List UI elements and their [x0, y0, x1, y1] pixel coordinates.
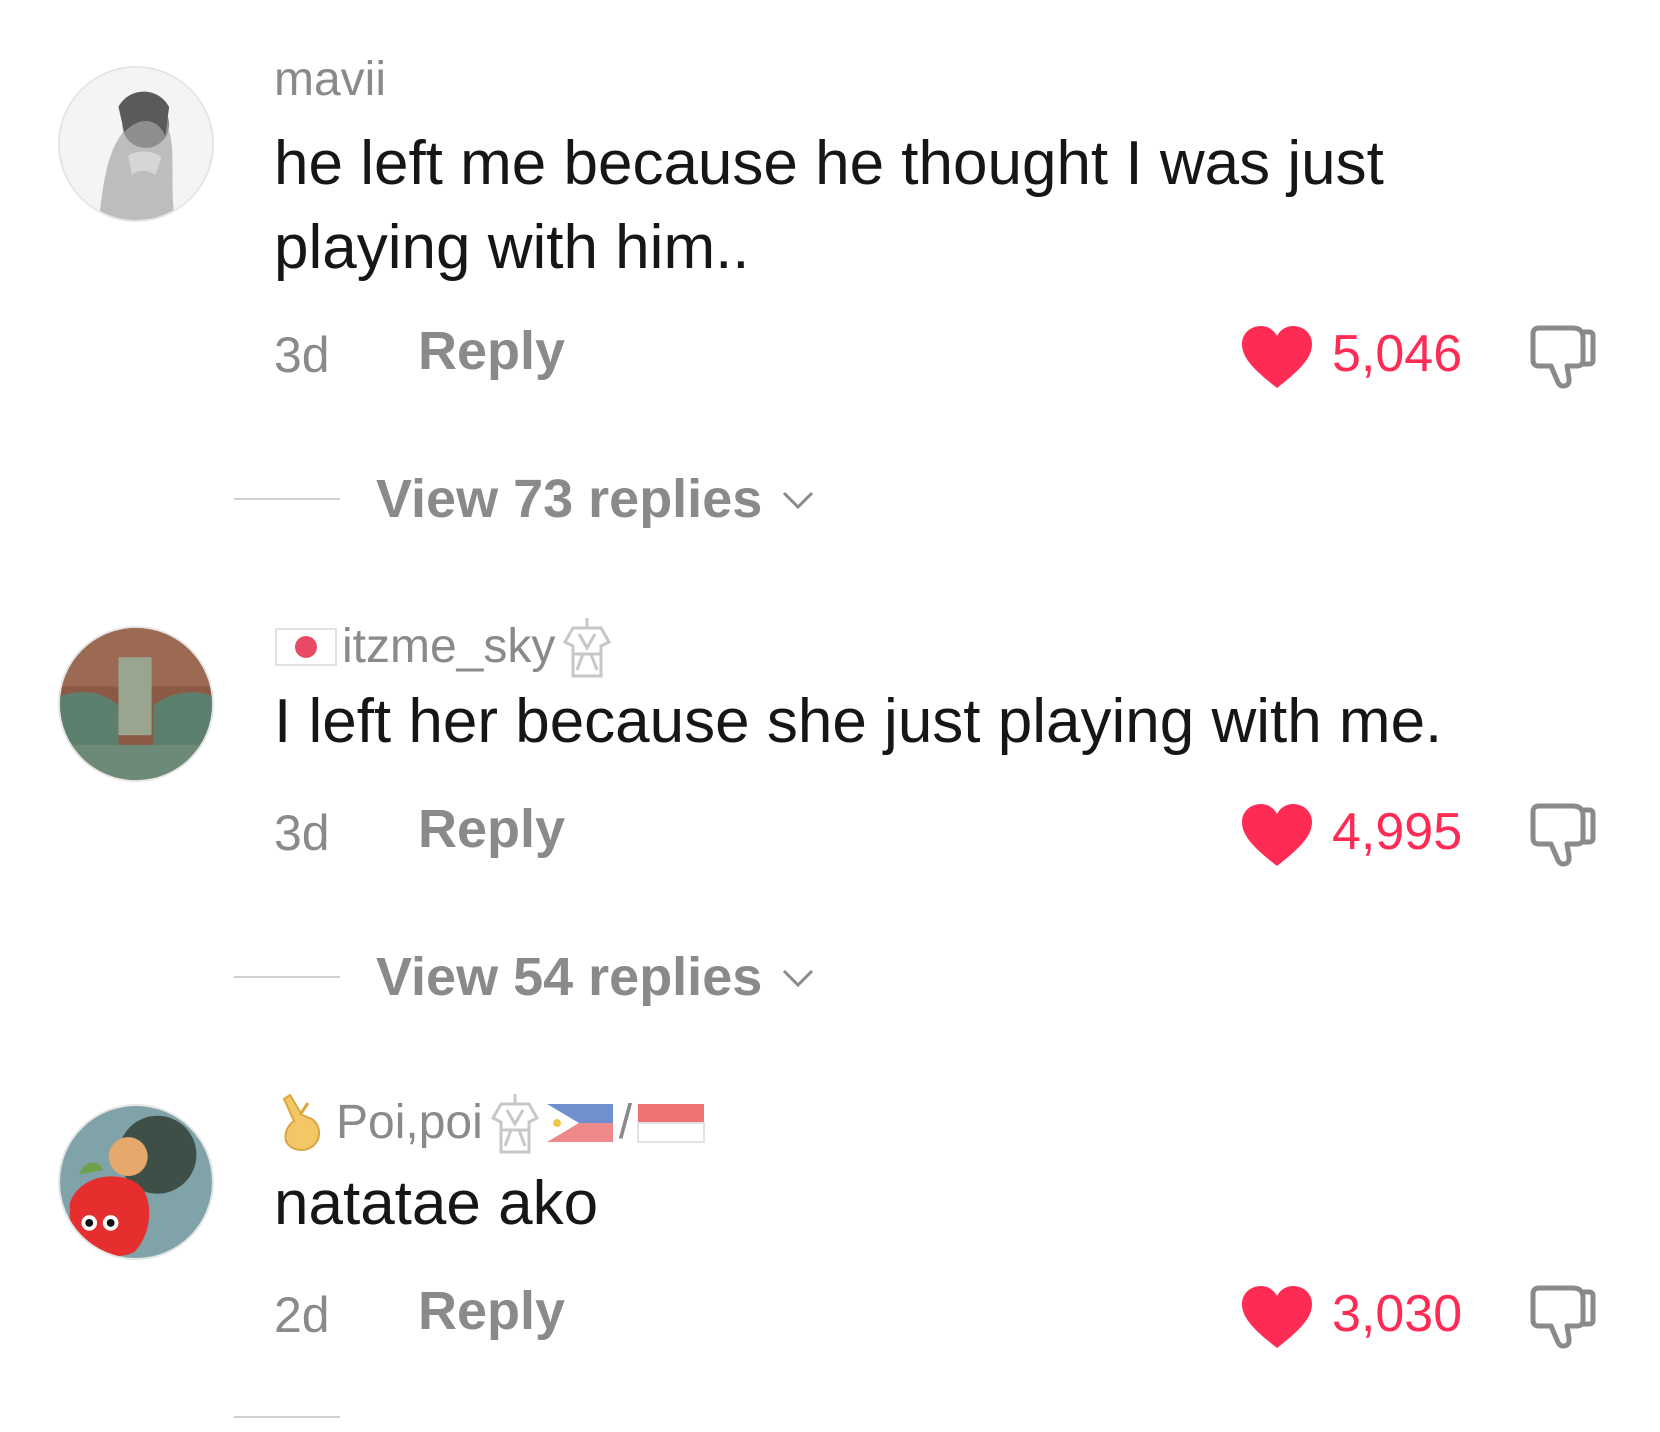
- comment-username[interactable]: Poi,poi /: [274, 1090, 706, 1156]
- chevron-down-icon[interactable]: [780, 487, 816, 511]
- reply-button[interactable]: Reply: [418, 1284, 565, 1338]
- view-replies-button[interactable]: View 73 replies: [234, 472, 816, 526]
- avatar-image: [60, 628, 212, 780]
- heart-icon[interactable]: [1240, 802, 1314, 868]
- like-count: 3,030: [1332, 1285, 1463, 1343]
- like-group: 5,046: [1240, 320, 1660, 400]
- comment-username[interactable]: itzme_sky: [274, 614, 617, 680]
- comment-time: 3d: [274, 327, 330, 383]
- thumbs-down-icon[interactable]: [1525, 1280, 1597, 1352]
- thumbs-down-icon[interactable]: [1525, 320, 1597, 392]
- view-replies-button[interactable]: View 54 replies: [234, 950, 816, 1004]
- avatar-image: [60, 1106, 212, 1258]
- martial-arts-uniform-icon: [563, 618, 612, 678]
- view-replies-partial[interactable]: [234, 1416, 340, 1418]
- avatar-image: [60, 68, 212, 220]
- divider-line: [234, 498, 340, 500]
- like-group: 3,030: [1240, 1280, 1660, 1360]
- view-replies-label[interactable]: View 54 replies: [376, 950, 762, 1004]
- view-replies-label[interactable]: View 73 replies: [376, 472, 762, 526]
- comment-text: he left me because he thought I was just…: [274, 129, 1384, 282]
- comment-text: I left her because she just playing with…: [274, 687, 1443, 756]
- username-text[interactable]: mavii: [274, 56, 386, 104]
- pinched-fingers-icon: [282, 1093, 320, 1151]
- divider-line: [234, 1416, 340, 1418]
- avatar[interactable]: [58, 66, 214, 222]
- philippines-flag-icon: [546, 1104, 613, 1142]
- comment-time: 3d: [274, 805, 330, 861]
- like-group: 4,995: [1240, 798, 1660, 878]
- like-count: 4,995: [1332, 803, 1463, 861]
- divider-line: [234, 976, 340, 978]
- comment-time: 2d: [274, 1287, 330, 1343]
- reply-button[interactable]: Reply: [418, 324, 565, 378]
- comment-text: natatae ako: [274, 1169, 599, 1238]
- like-count: 5,046: [1332, 325, 1463, 383]
- chevron-down-icon[interactable]: [780, 965, 816, 989]
- japan-flag-icon: [275, 628, 337, 666]
- avatar[interactable]: [58, 626, 214, 782]
- comment-username[interactable]: mavii: [274, 56, 386, 104]
- avatar[interactable]: [58, 1104, 214, 1260]
- heart-icon[interactable]: [1240, 1284, 1314, 1350]
- martial-arts-uniform-icon: [490, 1094, 539, 1154]
- reply-button[interactable]: Reply: [418, 802, 565, 856]
- username-text[interactable]: Poi,poi: [336, 1099, 483, 1147]
- thumbs-down-icon[interactable]: [1525, 798, 1597, 870]
- username-text[interactable]: itzme_sky: [342, 623, 555, 671]
- heart-icon[interactable]: [1240, 324, 1314, 390]
- username-separator: /: [618, 1096, 633, 1149]
- indonesia-flag-icon: [637, 1104, 706, 1143]
